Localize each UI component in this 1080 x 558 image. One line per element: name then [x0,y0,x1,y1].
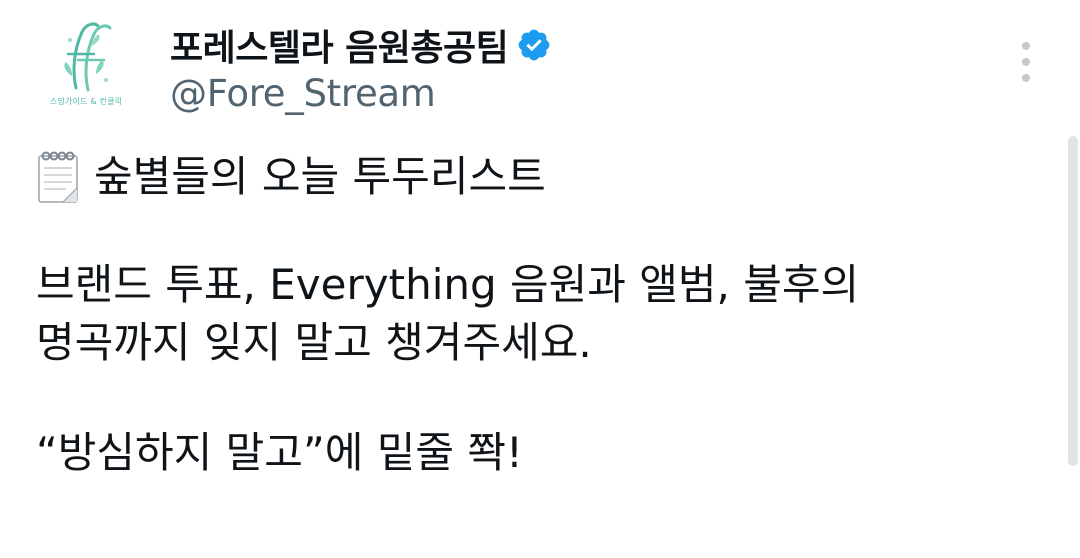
tweet-line-1: 숲별들의 오늘 투두리스트 [36,148,1046,206]
tweet-body: 숲별들의 오늘 투두리스트 브랜드 투표, Everything 음원과 앨범,… [36,148,1046,482]
verified-badge-icon[interactable] [516,27,552,63]
more-options-icon[interactable] [1010,38,1042,86]
avatar-caption: 스밍가이드 & 컨클릭 [49,97,123,106]
avatar[interactable]: 스밍가이드 & 컨클릭 [32,10,140,118]
tweet-card[interactable]: 스밍가이드 & 컨클릭 포레스텔라 음원총공팀 @Fore_Stream 숲별들… [0,0,1080,558]
spiral-notepad-icon [36,148,84,206]
display-name[interactable]: 포레스텔라 음원총공팀 [170,19,509,71]
author-handle[interactable]: @Fore_Stream [170,72,436,115]
tweet-line-3: 명곡까지 잊지 말고 챙겨주세요. [36,318,592,367]
tweet-line-2: 브랜드 투표, Everything 음원과 앨범, 불후의 [36,260,860,309]
tweet-line-1-text: 숲별들의 오늘 투두리스트 [94,152,546,201]
scrollbar[interactable] [1068,136,1078,466]
tweet-line-4: “방심하지 말고”에 밑줄 쫙! [36,428,523,477]
author-name-row: 포레스텔라 음원총공팀 [170,18,552,72]
